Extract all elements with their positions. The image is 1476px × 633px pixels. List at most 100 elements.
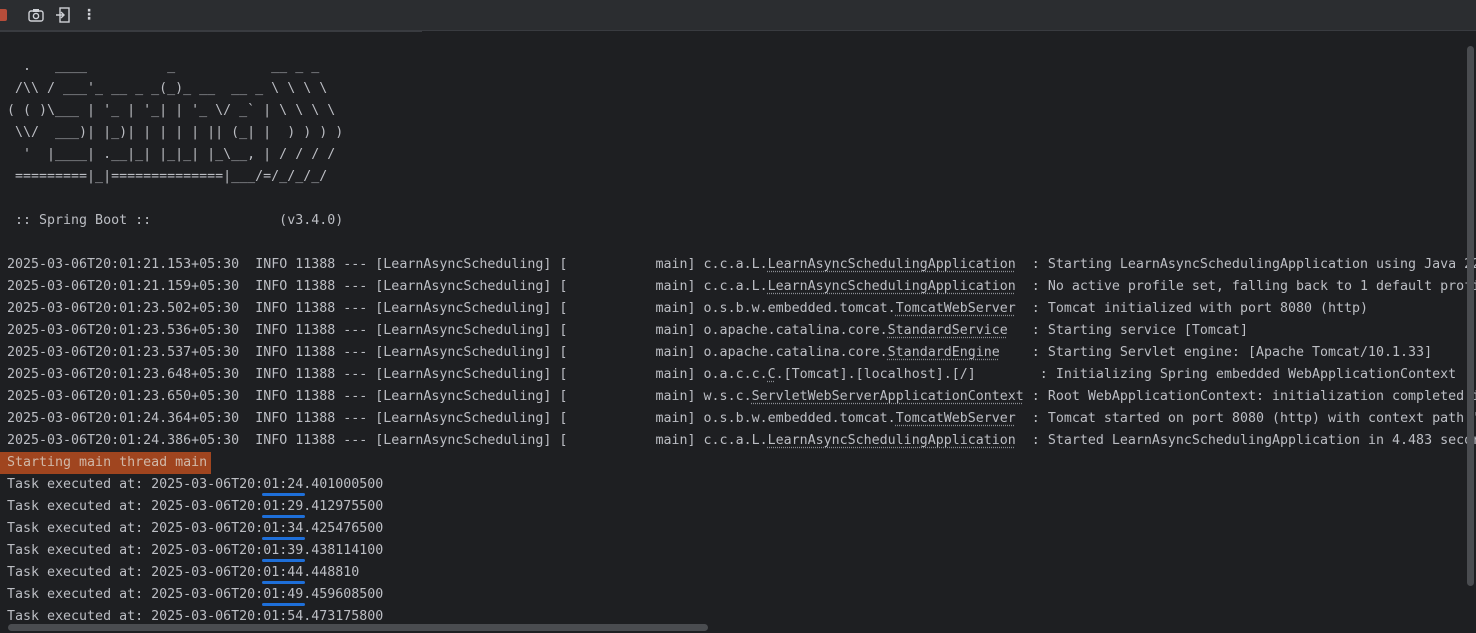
log-line: 2025-03-06T20:01:21.153+05:30 INFO 11388…	[7, 254, 1476, 276]
banner-line: ' |____| .__|_| |_|_| |_\__, | / / / /	[7, 147, 336, 162]
log-timestamp: 2025-03-06T20:01:24.364+05:30	[7, 411, 240, 426]
log-class-link[interactable]: LearnAsyncSchedulingApplication	[768, 257, 1016, 272]
log-level: INFO	[255, 367, 288, 382]
log-pid: 11388	[295, 411, 336, 426]
log-package: o.s.b.w.embedded.tomcat.	[703, 301, 896, 316]
log-class-link[interactable]: StandardService	[888, 323, 1008, 338]
log-thread: main	[655, 433, 688, 448]
log-class-link[interactable]: LearnAsyncSchedulingApplication	[768, 279, 1016, 294]
task-line: Task executed at: 2025-03-06T20:01:44.44…	[7, 562, 1466, 584]
task-prefix: Task executed at: 2025-03-06T20:	[7, 565, 264, 580]
banner-line: . ____ _ __ _ _	[7, 59, 320, 74]
log-pid: 11388	[295, 257, 336, 272]
camera-icon[interactable]	[27, 6, 45, 24]
vertical-scrollbar[interactable]	[1467, 46, 1474, 586]
log-level: INFO	[255, 433, 288, 448]
log-app: [LearnAsyncScheduling]	[375, 257, 552, 272]
log-timestamp: 2025-03-06T20:01:21.159+05:30	[7, 279, 240, 294]
log-pad	[1016, 257, 1024, 272]
more-icon[interactable]: ⋮	[80, 6, 98, 24]
log-thread: main	[655, 367, 688, 382]
log-app: [LearnAsyncScheduling]	[375, 279, 552, 294]
log-timestamp: 2025-03-06T20:01:23.650+05:30	[7, 389, 240, 404]
log-package: w.s.c.	[703, 389, 752, 404]
task-time-marked: 01:54	[262, 609, 306, 628]
log-pid: 11388	[295, 433, 336, 448]
log-message: No active profile set, falling back to 1…	[1047, 279, 1476, 294]
log-thread: main	[655, 411, 688, 426]
log-class-link[interactable]: ServletWebServerApplicationContext	[752, 389, 1024, 404]
log-pad	[1016, 433, 1024, 448]
log-message: Initializing Spring embedded WebApplicat…	[1055, 367, 1457, 382]
log-thread: main	[655, 257, 688, 272]
log-level: INFO	[255, 257, 288, 272]
log-line: 2025-03-06T20:01:23.648+05:30 INFO 11388…	[7, 367, 1457, 382]
log-timestamp: 2025-03-06T20:01:23.537+05:30	[7, 345, 240, 360]
log-pid: 11388	[295, 367, 336, 382]
log-message: Tomcat initialized with port 8080 (http)	[1047, 301, 1369, 316]
task-line: Task executed at: 2025-03-06T20:01:49.45…	[7, 584, 1466, 606]
task-prefix: Task executed at: 2025-03-06T20:	[7, 543, 264, 558]
task-line: Task executed at: 2025-03-06T20:01:34.42…	[7, 518, 1466, 540]
task-prefix: Task executed at: 2025-03-06T20:	[7, 587, 264, 602]
log-package: c.c.a.L.	[703, 257, 768, 272]
log-pid: 11388	[295, 345, 336, 360]
horizontal-scrollbar[interactable]	[8, 624, 708, 631]
log-level: INFO	[255, 301, 288, 316]
log-app: [LearnAsyncScheduling]	[375, 323, 552, 338]
log-timestamp: 2025-03-06T20:01:23.502+05:30	[7, 301, 240, 316]
log-pid: 11388	[295, 301, 336, 316]
task-time-marked: 01:29	[262, 499, 306, 518]
task-line: Task executed at: 2025-03-06T20:01:29.41…	[7, 496, 1466, 518]
log-timestamp: 2025-03-06T20:01:23.648+05:30	[7, 367, 240, 382]
log-pad	[1008, 323, 1024, 338]
task-time-rest: .448810	[303, 565, 360, 580]
log-level: INFO	[255, 389, 288, 404]
console-toolbar: ⋮	[0, 0, 1476, 31]
stop-icon[interactable]	[0, 6, 10, 24]
log-package: o.s.b.w.embedded.tomcat.	[703, 411, 896, 426]
log-app: [LearnAsyncScheduling]	[375, 433, 552, 448]
task-time-marked: 01:24	[262, 477, 306, 496]
task-time-marked: 01:34	[262, 521, 306, 540]
task-line: Task executed at: 2025-03-06T20:01:39.43…	[7, 540, 1466, 562]
log-message: Starting Servlet engine: [Apache Tomcat/…	[1047, 345, 1433, 360]
task-prefix: Task executed at: 2025-03-06T20:	[7, 499, 264, 514]
banner-line: /\\ / ___'_ __ _ _(_)_ __ __ _ \ \ \ \	[7, 81, 328, 96]
log-package: o.a.c.c.	[703, 367, 768, 382]
log-pid: 11388	[295, 389, 336, 404]
exit-icon[interactable]	[54, 6, 72, 24]
log-pad	[1016, 411, 1024, 426]
log-pad	[1000, 345, 1024, 360]
log-class-link[interactable]: TomcatWebServer	[896, 411, 1016, 426]
banner-line: \\/ ___)| |_)| | | | | || (_| | ) ) ) )	[7, 125, 344, 140]
log-line: 2025-03-06T20:01:23.502+05:30 INFO 11388…	[7, 301, 1369, 316]
log-thread: main	[655, 323, 688, 338]
log-package: o.apache.catalina.core.	[703, 345, 888, 360]
log-class-link[interactable]: LearnAsyncSchedulingApplication	[768, 433, 1016, 448]
log-level: INFO	[255, 411, 288, 426]
banner-line: :: Spring Boot :: (v3.4.0)	[7, 213, 344, 228]
log-message: Starting service [Tomcat]	[1047, 323, 1248, 338]
log-thread: main	[655, 301, 688, 316]
task-time-marked: 01:39	[262, 543, 306, 562]
log-app: [LearnAsyncScheduling]	[375, 411, 552, 426]
log-pad	[1016, 301, 1024, 316]
task-line: Task executed at: 2025-03-06T20:01:24.40…	[7, 474, 1466, 496]
toolbar-divider	[0, 30, 422, 32]
log-timestamp: 2025-03-06T20:01:21.153+05:30	[7, 257, 240, 272]
log-level: INFO	[255, 279, 288, 294]
log-class-link[interactable]: StandardEngine	[888, 345, 1000, 360]
log-package: c.c.a.L.	[703, 279, 768, 294]
log-thread: main	[655, 345, 688, 360]
log-thread: main	[655, 389, 688, 404]
log-timestamp: 2025-03-06T20:01:23.536+05:30	[7, 323, 240, 338]
task-prefix: Task executed at: 2025-03-06T20:	[7, 477, 264, 492]
log-class-link[interactable]: C	[768, 367, 776, 382]
log-app: [LearnAsyncScheduling]	[375, 367, 552, 382]
log-line: 2025-03-06T20:01:23.650+05:30 INFO 11388…	[7, 386, 1476, 408]
log-level: INFO	[255, 345, 288, 360]
log-class-link[interactable]: TomcatWebServer	[896, 301, 1016, 316]
console-output[interactable]: . ____ _ __ _ _ /\\ / ___'_ __ _ _(_)_ _…	[0, 56, 1476, 628]
